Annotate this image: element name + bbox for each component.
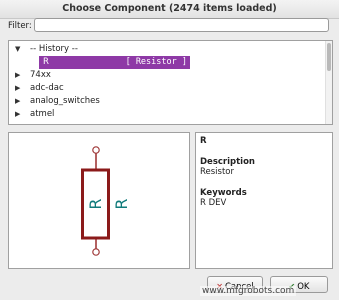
history-group-row[interactable]: ▼ -- History -- xyxy=(9,43,332,56)
library-label: adc-dac xyxy=(30,83,64,93)
component-info-panel: R Description Resistor Keywords R DEV xyxy=(195,132,333,269)
bottom-pin-terminal xyxy=(92,248,100,256)
library-row[interactable]: ▶ adc-dac xyxy=(9,82,332,95)
value-label: R xyxy=(112,198,131,209)
window-title: Choose Component (2474 items loaded) xyxy=(0,0,339,19)
description-heading: Description xyxy=(200,157,255,167)
history-group-label: -- History -- xyxy=(30,44,78,54)
info-component-name: R xyxy=(200,136,207,146)
expanded-arrow-icon[interactable]: ▼ xyxy=(15,43,20,56)
tree-scrollbar[interactable] xyxy=(325,41,332,124)
collapsed-arrow-icon[interactable]: ▶ xyxy=(15,95,20,108)
ok-button-label: OK xyxy=(297,282,310,292)
library-label: atmel xyxy=(30,109,55,119)
component-tree[interactable]: ▼ -- History -- R [ Resistor ] ▶ 74xx ▶ … xyxy=(8,40,333,125)
filter-input[interactable] xyxy=(34,18,329,32)
keywords-heading: Keywords xyxy=(200,188,247,198)
scrollbar-thumb[interactable] xyxy=(327,43,331,71)
resistor-symbol: R R xyxy=(81,146,131,256)
description-text: Resistor xyxy=(200,167,234,177)
collapsed-arrow-icon[interactable]: ▶ xyxy=(15,108,20,121)
collapsed-arrow-icon[interactable]: ▶ xyxy=(15,69,20,82)
library-label: analog_switches xyxy=(30,96,100,106)
keywords-text: R DEV xyxy=(200,198,227,208)
library-row[interactable]: ▶ 74xx xyxy=(9,69,332,82)
library-row[interactable]: ▶ atmel xyxy=(9,108,332,121)
library-label: 74xx xyxy=(30,70,51,80)
selected-component-row[interactable]: R [ Resistor ] xyxy=(39,56,190,69)
component-name: R xyxy=(43,57,49,67)
watermark-text: www.mfgrobots.com xyxy=(200,286,297,296)
symbol-preview: R R xyxy=(8,132,190,269)
library-row[interactable]: ▶ analog_switches xyxy=(9,95,332,108)
top-pin-terminal xyxy=(92,146,100,154)
component-type: [ Resistor ] xyxy=(125,57,187,67)
reference-label: R xyxy=(86,198,105,209)
collapsed-arrow-icon[interactable]: ▶ xyxy=(15,82,20,95)
filter-label: Filter: xyxy=(8,21,32,31)
